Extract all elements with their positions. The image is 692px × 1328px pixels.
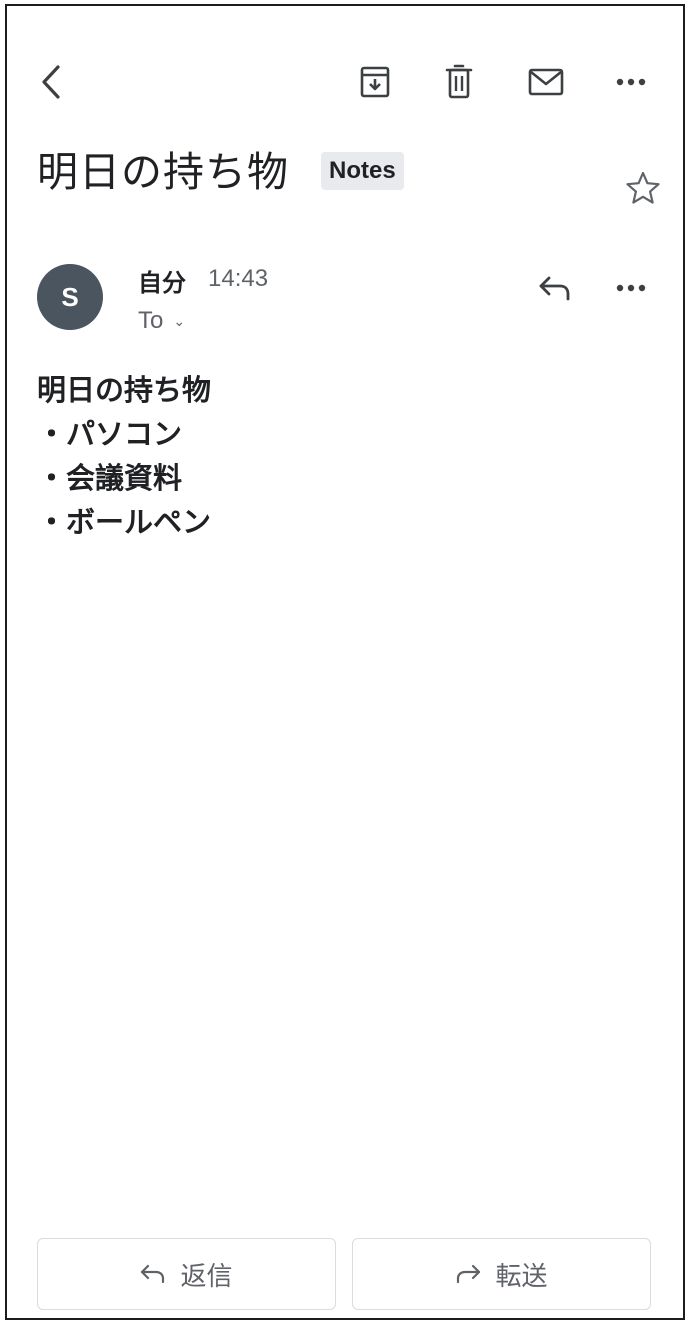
trash-icon xyxy=(445,64,473,99)
top-toolbar xyxy=(7,50,683,114)
reply-icon xyxy=(539,276,570,301)
chevron-left-icon xyxy=(42,65,60,99)
more-options-button[interactable] xyxy=(609,60,653,104)
email-body: 明日の持ち物 ・パソコン ・会議資料 ・ボールペン xyxy=(37,368,657,544)
reply-bottom-button[interactable]: 返信 xyxy=(37,1238,336,1310)
message-more-button[interactable] xyxy=(609,266,653,310)
back-button[interactable] xyxy=(29,58,73,106)
more-horizontal-icon xyxy=(616,78,646,86)
recipient-details-toggle[interactable]: To ⌄ xyxy=(138,306,185,336)
email-view: 明日の持ち物 Notes S 自分 14:43 To ⌄ 明日の持ち物 ・パソコ… xyxy=(5,4,685,1320)
mark-unread-button[interactable] xyxy=(523,60,569,104)
envelope-icon xyxy=(528,68,564,96)
body-line: ・ボールペン xyxy=(37,505,212,539)
body-line: ・パソコン xyxy=(37,417,183,451)
delete-button[interactable] xyxy=(437,60,481,104)
sent-time: 14:43 xyxy=(208,265,269,292)
reply-icon xyxy=(140,1264,166,1284)
body-line: 明日の持ち物 xyxy=(37,373,212,407)
subject-row: 明日の持ち物 Notes xyxy=(37,144,667,214)
more-horizontal-icon xyxy=(616,284,646,292)
label-chip[interactable]: Notes xyxy=(321,152,404,190)
reply-button[interactable] xyxy=(533,266,577,310)
star-icon xyxy=(626,171,660,204)
forward-label: 転送 xyxy=(495,1261,548,1292)
sender-name: 自分 xyxy=(138,269,186,297)
forward-icon xyxy=(455,1264,481,1284)
sender-avatar[interactable]: S xyxy=(37,264,103,330)
reply-label: 返信 xyxy=(180,1261,233,1292)
forward-bottom-button[interactable]: 転送 xyxy=(352,1238,651,1310)
email-subject: 明日の持ち物 xyxy=(37,148,289,196)
star-button[interactable] xyxy=(623,168,663,208)
archive-button[interactable] xyxy=(353,60,397,104)
to-label: To xyxy=(138,307,164,334)
body-line: ・会議資料 xyxy=(37,461,183,495)
archive-icon xyxy=(360,66,390,98)
chevron-down-icon: ⌄ xyxy=(173,312,186,329)
